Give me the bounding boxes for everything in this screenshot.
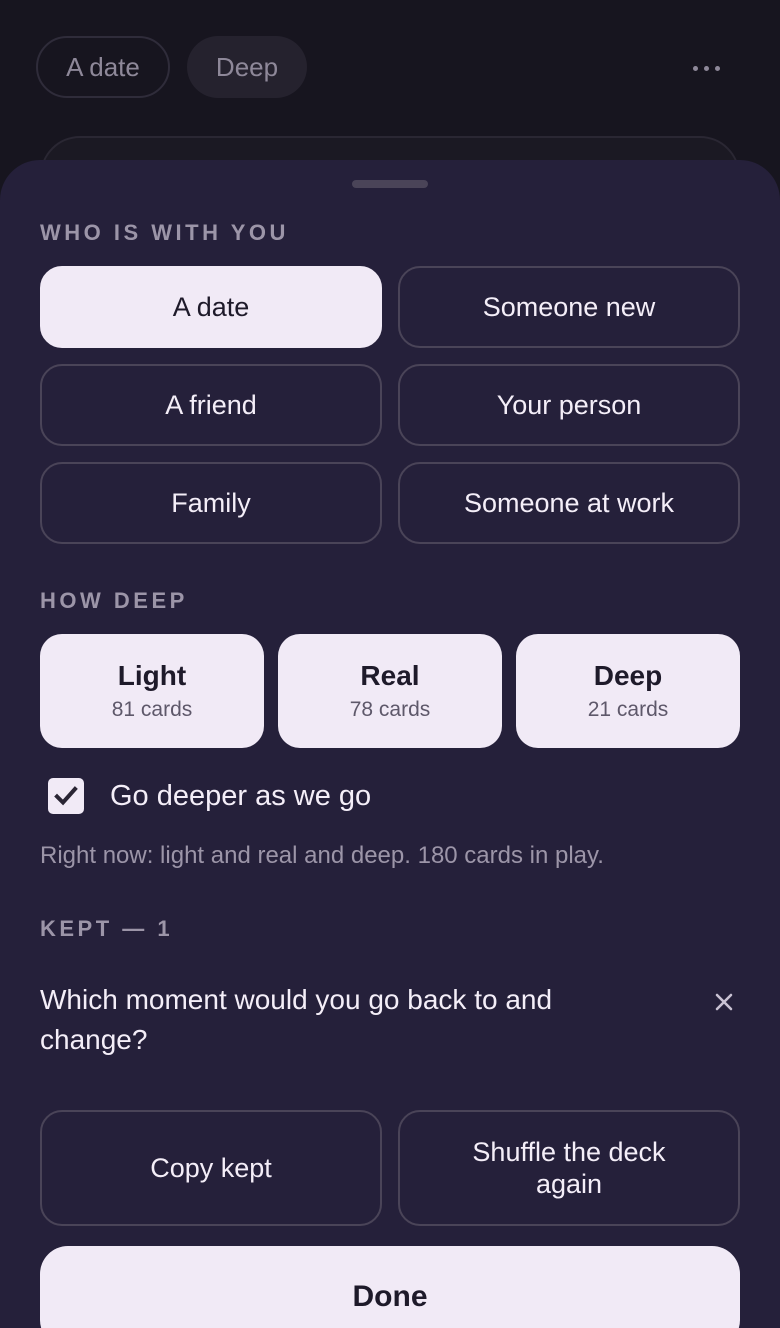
who-option-someone-new[interactable]: Someone new xyxy=(398,266,740,348)
who-option-someone-at-work[interactable]: Someone at work xyxy=(398,462,740,544)
go-deeper-label: Go deeper as we go xyxy=(110,779,372,812)
depth-section-label: HOW DEEP xyxy=(40,588,188,613)
done-button[interactable]: Done xyxy=(40,1246,740,1328)
settings-sheet: WHO IS WITH YOU A date Someone new A fri… xyxy=(0,160,780,1328)
chip-depth[interactable]: Deep xyxy=(187,36,307,98)
app-screen: A date Deep WHO IS WITH YOU A date Someo… xyxy=(0,0,780,1328)
depth-name: Real xyxy=(360,660,420,691)
chip-who[interactable]: A date xyxy=(36,36,170,98)
who-option-family[interactable]: Family xyxy=(40,462,382,544)
kept-question: Which moment would you go back to and ch… xyxy=(40,984,553,1055)
kept-section-label: KEPT — 1 xyxy=(40,916,174,941)
depth-option-real[interactable]: Real 78 cards xyxy=(278,634,502,748)
who-section-label: WHO IS WITH YOU xyxy=(40,220,289,245)
close-icon xyxy=(715,993,733,1011)
copy-kept-button[interactable]: Copy kept xyxy=(40,1110,382,1226)
more-horizontal-icon[interactable] xyxy=(680,46,732,90)
go-deeper-checkbox[interactable] xyxy=(48,778,84,814)
depth-option-deep[interactable]: Deep 21 cards xyxy=(516,634,740,748)
depth-name: Deep xyxy=(593,660,663,691)
depth-count: 21 cards xyxy=(587,698,669,721)
remove-kept-button[interactable] xyxy=(708,986,740,1018)
depth-name: Light xyxy=(117,660,187,691)
shuffle-deck-button[interactable]: Shuffle the deck again xyxy=(398,1110,740,1226)
go-deeper-toggle[interactable]: Go deeper as we go xyxy=(48,778,371,814)
who-option-a-date[interactable]: A date xyxy=(40,266,382,348)
who-option-your-person[interactable]: Your person xyxy=(398,364,740,446)
deck-status-text: Right now: light and real and deep. 180 … xyxy=(40,842,604,869)
checkmark-icon xyxy=(54,786,78,806)
who-option-a-friend[interactable]: A friend xyxy=(40,364,382,446)
depth-count: 78 cards xyxy=(349,698,431,721)
drag-handle[interactable] xyxy=(352,180,428,188)
depth-count: 81 cards xyxy=(111,698,193,721)
depth-option-light[interactable]: Light 81 cards xyxy=(40,634,264,748)
